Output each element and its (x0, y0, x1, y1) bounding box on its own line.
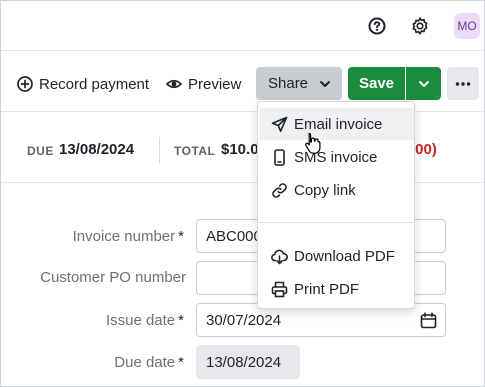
menu-item-print-pdf[interactable]: Print PDF (259, 273, 414, 305)
chevron-down-icon (418, 80, 429, 87)
share-dropdown-menu: Email invoice SMS invoice Copy link Down… (257, 101, 415, 309)
share-label: Share (268, 75, 309, 92)
record-payment-label: Record payment (39, 75, 150, 93)
menu-item-sms-invoice[interactable]: SMS invoice (259, 141, 414, 173)
due-date-label: Due date * (114, 354, 184, 371)
menu-item-label: Email invoice (294, 115, 383, 133)
send-icon (271, 116, 288, 132)
save-options-button[interactable] (406, 67, 441, 100)
issue-date-label: Issue date * (105, 312, 184, 329)
link-icon (272, 182, 287, 198)
menu-item-label: Print PDF (294, 280, 360, 298)
customer-po-label: Customer PO number (40, 269, 186, 286)
total-value: $10.0 (221, 141, 259, 158)
due-date-value: 13/08/2024 (206, 353, 282, 371)
more-options-button[interactable] (447, 67, 479, 100)
more-horizontal-icon (455, 81, 471, 86)
top-bar: MO (1, 1, 484, 51)
due-label: DUE (27, 144, 54, 158)
calendar-icon[interactable] (420, 312, 437, 329)
preview-button[interactable]: Preview (166, 74, 241, 94)
share-button[interactable]: Share (256, 67, 342, 100)
phone-icon (274, 148, 285, 166)
menu-item-label: Download PDF (294, 247, 395, 265)
help-circle-icon[interactable] (367, 16, 387, 36)
chevron-down-icon (320, 81, 330, 87)
preview-label: Preview (188, 75, 242, 93)
invoice-number-label: Invoice number * (72, 228, 184, 245)
menu-item-email-invoice[interactable]: Email invoice (259, 108, 414, 140)
cloud-download-icon (271, 249, 288, 264)
printer-icon (271, 281, 288, 297)
gear-icon[interactable] (409, 15, 431, 37)
record-payment-button[interactable]: Record payment (17, 74, 149, 94)
menu-item-copy-link[interactable]: Copy link (259, 174, 414, 206)
eye-icon (166, 79, 182, 89)
menu-divider (258, 222, 414, 223)
summary-divider (159, 137, 160, 163)
menu-item-download-pdf[interactable]: Download PDF (259, 240, 414, 272)
due-value: 13/08/2024 (59, 141, 135, 158)
issue-date-value: 30/07/2024 (206, 311, 282, 329)
total-label: TOTAL (174, 144, 216, 158)
due-date-field: 13/08/2024 (196, 345, 300, 379)
invoice-number-value: ABC000 (206, 227, 262, 245)
plus-circle-icon (17, 76, 33, 92)
avatar[interactable]: MO (454, 13, 480, 39)
menu-item-label: Copy link (294, 181, 356, 199)
app-window: MO Record payment Preview Share Save DUE… (0, 0, 485, 387)
save-button[interactable]: Save (348, 67, 405, 100)
hand-pointer-icon (305, 132, 321, 154)
